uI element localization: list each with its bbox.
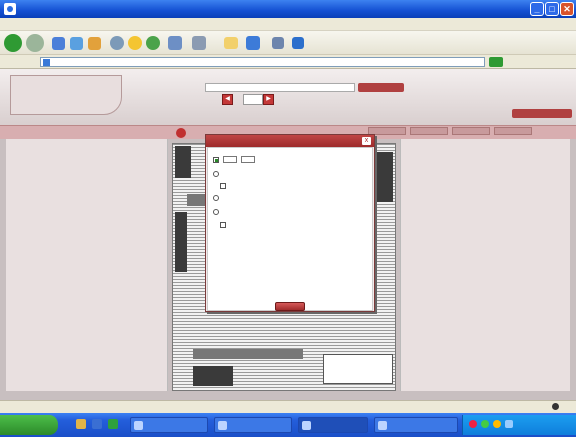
portal-logo[interactable]	[10, 75, 122, 115]
tools-icon[interactable]	[272, 37, 284, 49]
menu-editar[interactable]	[10, 21, 18, 25]
header-note	[282, 91, 402, 109]
tool-tab[interactable]	[494, 127, 532, 135]
menu-ferramentas[interactable]	[41, 21, 49, 25]
favorites-icon[interactable]	[128, 36, 142, 50]
tray-icon[interactable]	[481, 420, 489, 428]
option-current-sub-row	[220, 183, 228, 189]
option-pages-checkbox[interactable]	[213, 156, 219, 163]
quicklaunch-icon[interactable]	[108, 419, 118, 429]
newspaper-photo	[175, 146, 191, 178]
taskbar	[0, 413, 576, 437]
taskbar-item[interactable]	[214, 417, 292, 433]
tray-icon[interactable]	[469, 420, 477, 428]
option-current-radio[interactable]	[213, 171, 219, 177]
menu-exibir[interactable]	[20, 21, 28, 25]
next-page-icon[interactable]: ▶	[263, 94, 274, 105]
home-icon[interactable]	[88, 37, 101, 50]
mail-icon[interactable]	[168, 36, 182, 50]
address-bar	[0, 55, 576, 69]
option-pages-row	[213, 156, 255, 163]
taskbar-item[interactable]	[130, 417, 208, 433]
search-icon[interactable]	[110, 36, 124, 50]
menubar	[0, 18, 576, 31]
portal-header: ◀ ▶	[0, 69, 576, 125]
go-button[interactable]	[489, 57, 503, 67]
refresh-icon[interactable]	[70, 37, 83, 50]
generate-pdf-button[interactable]	[275, 302, 305, 311]
option-clippings-row	[213, 195, 221, 201]
minimize-button[interactable]: _	[530, 2, 544, 16]
back-icon[interactable]	[4, 34, 22, 52]
left-panel	[6, 139, 168, 391]
tool-tab[interactable]	[452, 127, 490, 135]
stop-icon[interactable]	[52, 37, 65, 50]
quicklaunch-icon[interactable]	[76, 419, 86, 429]
folder-icon[interactable]	[224, 37, 238, 49]
close-button[interactable]: ✕	[560, 2, 574, 16]
menu-arquivo[interactable]	[0, 21, 8, 25]
messenger-icon[interactable]	[246, 36, 260, 50]
newspaper-headline	[193, 349, 303, 359]
tool-tab[interactable]	[410, 127, 448, 135]
page-number-field[interactable]	[243, 94, 263, 105]
taskbar-item[interactable]	[374, 417, 458, 433]
tool-tabs	[368, 127, 568, 137]
dialog-body	[207, 147, 373, 311]
option-clippings-current-row	[213, 209, 221, 215]
header-right-button[interactable]	[512, 109, 572, 118]
newspaper-photo	[175, 212, 187, 272]
quicklaunch-icon[interactable]	[92, 419, 102, 429]
status-bar	[0, 400, 576, 413]
history-icon[interactable]	[146, 36, 160, 50]
right-panel	[400, 139, 570, 391]
taskbar-item[interactable]	[298, 417, 368, 433]
dialog-close-icon[interactable]: x	[362, 137, 371, 145]
tray-icon[interactable]	[493, 420, 501, 428]
option-clippings-sub-checkbox[interactable]	[220, 222, 226, 228]
newspaper-photo	[193, 366, 233, 386]
start-button[interactable]	[0, 415, 58, 435]
option-current-sub-checkbox[interactable]	[220, 183, 226, 189]
option-clippings-current-radio[interactable]	[213, 209, 219, 215]
option-current-row	[213, 171, 221, 177]
menu-favoritos[interactable]	[31, 21, 39, 25]
pages-from-select[interactable]	[223, 156, 237, 163]
pdf-export-dialog: x	[205, 134, 375, 312]
prev-page-icon[interactable]: ◀	[222, 94, 233, 105]
address-input[interactable]	[40, 57, 485, 67]
print-icon[interactable]	[192, 36, 206, 50]
security-zone	[552, 403, 562, 411]
system-tray	[462, 415, 576, 435]
research-icon[interactable]	[292, 37, 304, 49]
tray-icon[interactable]	[505, 420, 513, 428]
maximize-button[interactable]: □	[545, 2, 559, 16]
newspaper-ad	[323, 354, 393, 384]
forward-icon[interactable]	[26, 34, 44, 52]
option-clippings-sub-row	[220, 222, 228, 228]
menu-ajuda[interactable]	[51, 21, 59, 25]
newspaper-headline	[187, 194, 205, 206]
window-titlebar: _ □ ✕	[0, 0, 576, 18]
dialog-title	[206, 135, 374, 147]
pages-to-select[interactable]	[241, 156, 255, 163]
pdf-icon[interactable]	[176, 128, 186, 138]
option-clippings-radio[interactable]	[213, 195, 219, 201]
browser-toolbar	[0, 31, 576, 55]
ie-icon	[4, 3, 16, 15]
